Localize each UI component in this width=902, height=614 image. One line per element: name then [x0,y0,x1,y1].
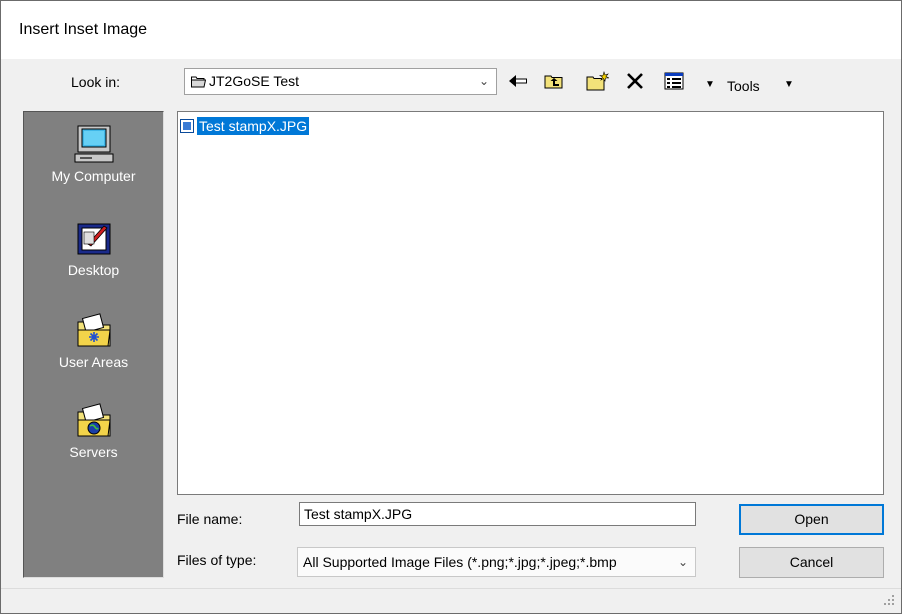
file-name-label: File name: [177,511,243,527]
views-button[interactable] [661,71,687,93]
files-of-type-label: Files of type: [177,552,257,568]
look-in-combo[interactable]: JT2GoSE Test ⌄ [184,68,497,95]
file-name: Test stampX.JPG [197,116,310,135]
chevron-down-icon[interactable]: ⌄ [479,74,489,88]
place-label: User Areas [58,354,129,370]
status-bar [1,588,901,613]
chevron-down-icon[interactable]: ⌄ [678,555,688,569]
place-label: My Computer [51,168,136,184]
new-folder-icon [586,70,610,94]
file-list[interactable]: Test stampX.JPG [177,111,884,495]
desktop-icon [74,218,114,258]
folder-icon [191,75,207,91]
resize-grip-icon[interactable] [883,593,895,609]
places-bar: My Computer Desktop User Areas Servers [23,111,164,578]
place-desktop[interactable]: Desktop [24,218,163,278]
list-item[interactable]: Test stampX.JPG [180,116,310,135]
create-new-folder-button[interactable] [584,70,612,94]
place-label: Desktop [67,262,120,278]
servers-icon [74,400,114,440]
my-computer-icon [74,124,114,164]
up-folder-icon [544,73,564,92]
place-servers[interactable]: Servers [24,400,163,460]
place-my-computer[interactable]: My Computer [24,124,163,184]
files-of-type-value: All Supported Image Files (*.png;*.jpg;*… [303,554,617,570]
look-in-label: Look in: [71,74,121,90]
back-button[interactable] [506,71,530,93]
view-menu-icon [664,72,684,93]
image-file-icon [180,118,194,133]
open-button[interactable]: Open [739,504,884,535]
place-label: Servers [69,444,118,460]
views-dropdown-icon[interactable]: ▼ [705,79,715,90]
title-bar[interactable]: Insert Inset Image [1,1,901,59]
look-in-value: JT2GoSE Test [209,73,300,89]
window-title: Insert Inset Image [19,21,148,38]
tools-menu[interactable]: Tools [727,78,760,94]
user-areas-icon [74,310,114,350]
files-of-type-select[interactable]: All Supported Image Files (*.png;*.jpg;*… [297,547,696,577]
delete-icon [626,72,644,93]
insert-inset-image-dialog: Insert Inset Image Look in: JT2GoSE Test… [0,0,902,614]
up-one-level-button[interactable] [542,71,566,93]
cancel-button[interactable]: Cancel [739,547,884,578]
place-user-areas[interactable]: User Areas [24,310,163,370]
delete-button[interactable] [623,71,647,93]
file-name-input[interactable] [299,502,696,526]
tools-dropdown-icon[interactable]: ▼ [784,79,794,90]
back-arrow-icon [508,74,528,91]
